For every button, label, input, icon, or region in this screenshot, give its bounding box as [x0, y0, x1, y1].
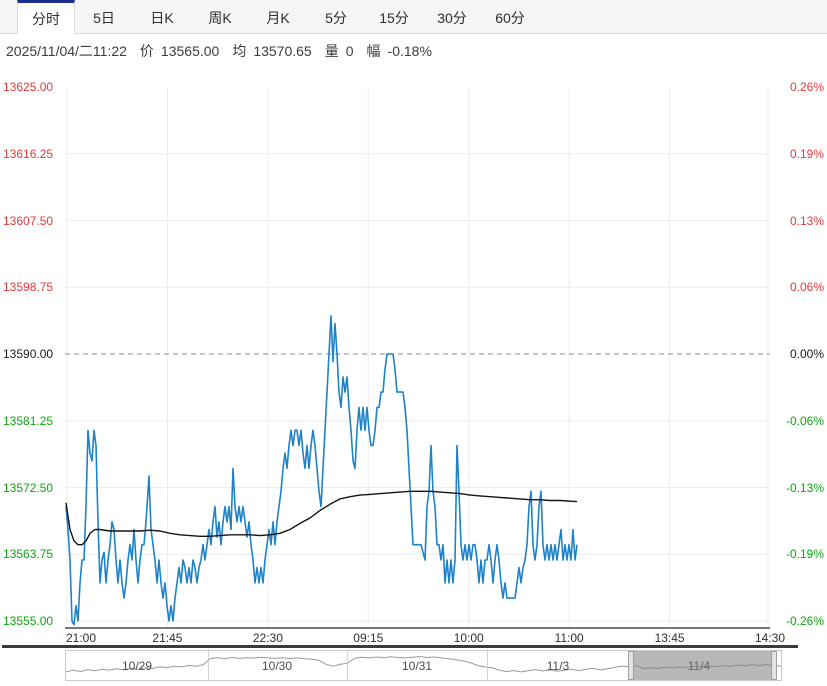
- date-navigator[interactable]: 10/2910/3010/3111/311/4: [65, 650, 782, 681]
- quote-field-label-1: 均: [232, 43, 247, 59]
- time-axis-label: 10:00: [453, 631, 484, 645]
- price-axis-label: 13581.25: [3, 413, 54, 428]
- time-axis-label: 13:45: [654, 631, 685, 645]
- quote-infobar: 2025/11/04/二11:22 价 13565.00 均 13570.65 量 0 幅 -0…: [6, 40, 445, 62]
- price-axis-label: 13598.75: [3, 280, 54, 295]
- price-axis-label: 13555.00: [3, 614, 54, 628]
- price-axis-label: 13607.50: [3, 213, 54, 228]
- tab-3[interactable]: 周K: [191, 0, 249, 33]
- time-axis-label: 21:00: [66, 631, 97, 645]
- quote-field-value-2: 0: [345, 43, 354, 59]
- navigator-divider: [208, 651, 209, 680]
- time-axis-label: 09:15: [353, 631, 384, 645]
- quote-field-value-0: 13565.00: [160, 43, 220, 59]
- time-axis-label: 14:30: [754, 631, 785, 645]
- quote-field-value-3: -0.18%: [387, 43, 432, 59]
- futures-minute-chart-window: 分时 5日 日K 周K 月K 5分 15分 30分 60分 2025/11/04/二11:22 价…: [0, 0, 827, 686]
- price-axis-label: 13563.75: [3, 547, 54, 562]
- price-axis-label: 13625.00: [3, 80, 54, 94]
- percent-axis-label: 0.06%: [789, 280, 824, 295]
- percent-axis-label: -0.06%: [785, 413, 824, 428]
- quote-datetime: 2025/11/04/二11:22: [6, 43, 127, 59]
- navigator-date-3[interactable]: 11/3: [547, 659, 569, 673]
- navigator-divider: [487, 651, 488, 680]
- quote-field-label-3: 幅: [366, 43, 381, 59]
- tab-8[interactable]: 60分: [481, 0, 539, 33]
- time-axis-label: 11:00: [554, 631, 584, 645]
- quote-field-value-1: 13570.65: [253, 43, 312, 59]
- tab-5[interactable]: 5分: [307, 0, 365, 33]
- percent-axis-label: 0.19%: [789, 146, 824, 161]
- navigator-left-handle[interactable]: [628, 651, 634, 680]
- percent-axis-label: -0.26%: [785, 614, 824, 628]
- percent-axis-label: 0.00%: [789, 347, 824, 361]
- tab-0[interactable]: 分时: [17, 0, 75, 34]
- navigator-right-handle[interactable]: [771, 651, 777, 680]
- time-axis-label: 22:30: [252, 631, 283, 645]
- price-axis-label: 13572.50: [3, 480, 54, 495]
- navigator-divider: [347, 651, 348, 680]
- tab-2[interactable]: 日K: [133, 0, 191, 33]
- navigator-selection[interactable]: [631, 651, 774, 680]
- quote-field-label-0: 价: [139, 43, 154, 59]
- chart-area: 13625.00 13616.25 13607.50 13598.75 13590.00…: [0, 62, 827, 686]
- price-axis-label: 13616.25: [3, 146, 54, 161]
- tab-4[interactable]: 月K: [249, 0, 307, 33]
- range-drag-bar[interactable]: [2, 645, 798, 648]
- percent-axis-label: -0.13%: [785, 480, 824, 495]
- time-axis-label: 21:45: [152, 631, 183, 645]
- period-tabbar: 分时 5日 日K 周K 月K 5分 15分 30分 60分: [0, 0, 827, 34]
- navigator-date-2[interactable]: 10/31: [402, 659, 432, 673]
- tab-7[interactable]: 30分: [423, 0, 481, 33]
- navigator-date-0[interactable]: 10/29: [122, 659, 152, 673]
- percent-axis-label: 0.13%: [789, 213, 824, 228]
- tab-6[interactable]: 15分: [365, 0, 423, 33]
- tab-1[interactable]: 5日: [75, 0, 133, 33]
- intraday-plot[interactable]: [65, 87, 770, 629]
- price-axis-label: 13590.00: [3, 347, 54, 361]
- quote-field-label-2: 量: [324, 43, 339, 59]
- percent-axis-label: -0.19%: [785, 547, 824, 562]
- navigator-date-1[interactable]: 10/30: [262, 659, 292, 673]
- percent-axis-label: 0.26%: [789, 80, 824, 94]
